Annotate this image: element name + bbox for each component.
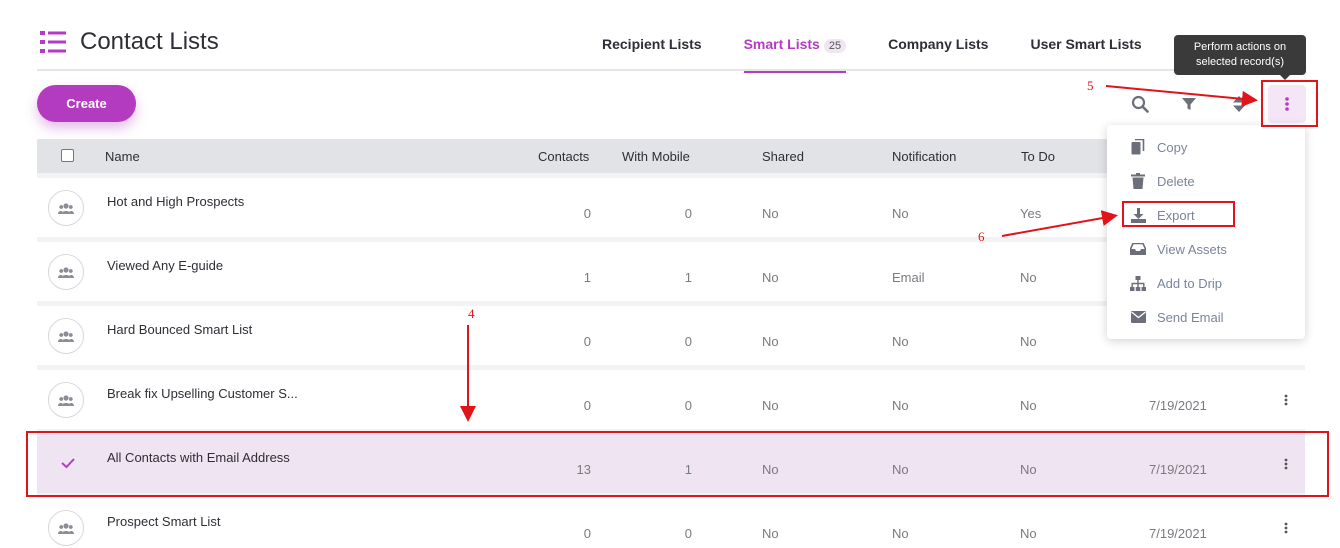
- group-avatar[interactable]: [48, 318, 84, 354]
- bulk-actions-menu: Copy Delete Export View Assets Add to Dr…: [1107, 125, 1305, 339]
- select-all-checkbox[interactable]: [61, 149, 74, 162]
- row-notification: No: [892, 206, 909, 221]
- col-name[interactable]: Name: [105, 149, 140, 164]
- menu-item-add-to-drip[interactable]: Add to Drip: [1107, 266, 1305, 300]
- menu-item-label: Copy: [1157, 139, 1188, 155]
- sort-button[interactable]: [1227, 92, 1251, 116]
- row-shared: No: [762, 334, 779, 349]
- count-badge: 25: [823, 39, 847, 53]
- annotation-box-selected-row: [26, 431, 1329, 497]
- row-shared: No: [762, 270, 779, 285]
- users-icon: [58, 394, 74, 406]
- menu-item-view-assets[interactable]: View Assets: [1107, 232, 1305, 266]
- row-with-mobile: 0: [684, 526, 692, 541]
- users-icon: [58, 202, 74, 214]
- envelope-icon: [1130, 309, 1146, 325]
- inbox-icon: [1130, 241, 1146, 257]
- page-title: Contact Lists: [80, 28, 219, 55]
- row-shared: No: [762, 206, 779, 221]
- group-avatar[interactable]: [48, 254, 84, 290]
- col-contacts[interactable]: Contacts: [538, 149, 589, 164]
- sort-icon: [1233, 96, 1245, 112]
- row-to-do: No: [1020, 526, 1037, 541]
- list-icon: [40, 31, 66, 53]
- menu-item-label: Send Email: [1157, 309, 1224, 325]
- group-avatar[interactable]: [48, 510, 84, 546]
- row-contacts: 1: [583, 270, 591, 285]
- users-icon: [58, 266, 74, 278]
- row-more-icon[interactable]: [1280, 520, 1292, 536]
- row-notification: No: [892, 334, 909, 349]
- tab-label: Smart Lists: [743, 36, 820, 52]
- copy-icon: [1130, 139, 1146, 155]
- tab-smart-lists[interactable]: Smart Lists 25: [743, 28, 847, 73]
- annotation-label-4: 4: [468, 306, 475, 321]
- row-contacts: 0: [583, 398, 591, 413]
- tab-recipient-lists[interactable]: Recipient Lists: [602, 28, 702, 71]
- annotation-label-5: 5: [1087, 78, 1094, 93]
- menu-item-label: Delete: [1157, 173, 1195, 189]
- col-to-do[interactable]: To Do: [1021, 149, 1055, 164]
- row-name[interactable]: Hard Bounced Smart List: [107, 322, 252, 337]
- col-shared[interactable]: Shared: [762, 149, 804, 164]
- row-name[interactable]: Prospect Smart List: [107, 514, 220, 529]
- row-contacts: 0: [583, 206, 591, 221]
- trash-icon: [1130, 173, 1146, 189]
- row-with-mobile: 1: [684, 270, 692, 285]
- annotation-box-export: [1122, 201, 1235, 227]
- create-button[interactable]: Create: [37, 85, 136, 122]
- tab-label: Company Lists: [888, 36, 989, 52]
- row-name[interactable]: Viewed Any E-guide: [107, 258, 223, 273]
- menu-item-label: View Assets: [1157, 241, 1227, 257]
- table-row[interactable]: Prospect Smart List 0 0 No No No 7/19/2021: [37, 498, 1305, 548]
- menu-item-send-email[interactable]: Send Email: [1107, 300, 1305, 334]
- col-notification[interactable]: Notification: [892, 149, 956, 164]
- row-notification: Email: [892, 270, 925, 285]
- row-to-do: No: [1020, 334, 1037, 349]
- annotation-box-more-button: [1261, 80, 1318, 127]
- sitemap-icon: [1130, 275, 1146, 291]
- menu-item-label: Add to Drip: [1157, 275, 1223, 291]
- row-to-do: No: [1020, 398, 1037, 413]
- row-more-icon[interactable]: [1280, 392, 1292, 408]
- row-notification: No: [892, 398, 909, 413]
- tab-user-smart-lists[interactable]: User Smart Lists: [1030, 28, 1141, 71]
- annotation-label-6: 6: [978, 229, 985, 244]
- menu-item-copy[interactable]: Copy: [1107, 130, 1305, 164]
- tab-bar: Recipient Lists Smart Lists 25 Company Li…: [602, 28, 1244, 73]
- row-name[interactable]: Break fix Upselling Customer S...: [107, 386, 298, 401]
- users-icon: [58, 330, 74, 342]
- row-date: 7/19/2021: [1149, 398, 1207, 413]
- row-date: 7/19/2021: [1149, 526, 1207, 541]
- row-to-do: Yes: [1020, 206, 1042, 221]
- row-to-do: No: [1020, 270, 1037, 285]
- tab-company-lists[interactable]: Company Lists: [888, 28, 988, 71]
- row-with-mobile: 0: [684, 398, 692, 413]
- title-wrap: Contact Lists: [37, 28, 219, 56]
- page-header: Contact Lists Recipient Lists Smart List…: [37, 28, 1305, 73]
- row-contacts: 0: [583, 334, 591, 349]
- search-button[interactable]: [1128, 92, 1152, 116]
- row-notification: No: [892, 526, 909, 541]
- filter-icon: [1182, 98, 1196, 110]
- row-shared: No: [762, 398, 779, 413]
- search-icon: [1131, 95, 1149, 113]
- bulk-actions-tooltip: Perform actions on selected record(s): [1174, 35, 1306, 80]
- tab-label: Recipient Lists: [602, 36, 702, 52]
- users-icon: [58, 522, 74, 534]
- tab-label: User Smart Lists: [1030, 36, 1142, 52]
- group-avatar[interactable]: [48, 190, 84, 226]
- table-row[interactable]: Break fix Upselling Customer S... 0 0 No No N…: [37, 370, 1305, 429]
- menu-item-delete[interactable]: Delete: [1107, 164, 1305, 198]
- row-shared: No: [762, 526, 779, 541]
- row-contacts: 0: [583, 526, 591, 541]
- row-with-mobile: 0: [684, 206, 692, 221]
- row-name[interactable]: Hot and High Prospects: [107, 194, 244, 209]
- group-avatar[interactable]: [48, 382, 84, 418]
- filter-button[interactable]: [1177, 92, 1201, 116]
- col-with-mobile[interactable]: With Mobile: [622, 149, 690, 164]
- row-with-mobile: 0: [684, 334, 692, 349]
